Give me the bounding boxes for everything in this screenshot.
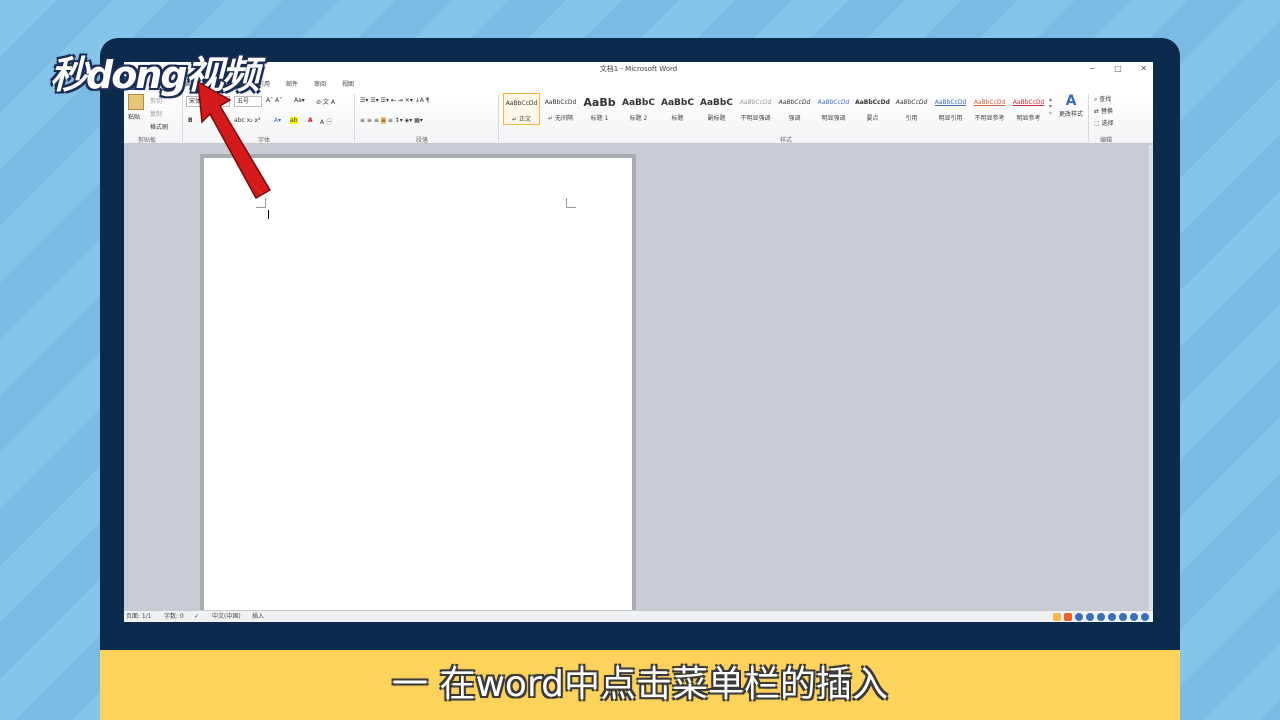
ime-toolbar[interactable]: [1053, 611, 1149, 622]
styles-scroll-icon[interactable]: ▴ ▾ ▿: [1049, 96, 1052, 117]
change-styles-button[interactable]: A 更改样式: [1056, 93, 1086, 127]
bullets-icon[interactable]: ☰▾ ☰▾ ☰▾ ⇤ ⇥ ✕▾ ↓A ¶: [360, 97, 430, 104]
select-button[interactable]: ⬚ 选择: [1094, 118, 1114, 127]
ime-user-icon[interactable]: [1130, 612, 1138, 621]
title-bar: 文档1 - Microsoft Word − □ ✕: [124, 62, 1153, 76]
style-quote[interactable]: AaBbCcDd 引用: [893, 93, 930, 125]
close-button[interactable]: ✕: [1140, 64, 1147, 73]
text-cursor: [268, 210, 269, 219]
copy-button[interactable]: 复制: [150, 109, 162, 118]
ime-tools-icon[interactable]: [1141, 612, 1149, 621]
style-title[interactable]: AaBbC 标题: [659, 93, 696, 125]
editing-group-label: 编辑: [1100, 137, 1113, 144]
tab-view[interactable]: 视图: [342, 79, 354, 88]
style-strong[interactable]: AaBbCcDd 要点: [854, 93, 891, 125]
subtitle-text: 一 在word中点击菜单栏的插入: [392, 664, 888, 705]
change-styles-icon: A: [1065, 93, 1077, 109]
tab-mailings[interactable]: 邮件: [286, 79, 298, 88]
proofing-icon[interactable]: ✓: [194, 611, 199, 622]
view-mode-icon[interactable]: [1053, 612, 1061, 621]
document-page[interactable]: [204, 158, 632, 618]
ime-chinese-icon[interactable]: [1075, 612, 1083, 621]
styles-group-label: 样式: [780, 137, 793, 144]
sogou-ime-icon[interactable]: [1064, 612, 1072, 621]
ime-emoji-icon[interactable]: [1097, 612, 1105, 621]
style-subtle-emphasis[interactable]: AaBbCcDd 不明显强调: [737, 93, 774, 125]
word-count: 字数: 0: [164, 613, 184, 620]
style-subtle-reference[interactable]: AaBbCcDd 不明显参考: [971, 93, 1008, 125]
separator: [1088, 94, 1089, 142]
tab-review[interactable]: 审阅: [314, 79, 326, 88]
separator: [354, 94, 355, 142]
style-heading-1[interactable]: AaBb 标题 1: [581, 93, 618, 125]
paste-label[interactable]: 粘贴: [128, 112, 140, 121]
clipboard-group-label: 剪贴板: [138, 137, 157, 144]
font-color-icon[interactable]: A: [308, 117, 313, 124]
style-intense-reference[interactable]: AaBbCcDd 明显参考: [1010, 93, 1047, 125]
style-normal[interactable]: AaBbCcDd ↵ 正文: [503, 93, 540, 125]
document-area: [124, 145, 1153, 618]
language[interactable]: 中文(中国): [212, 611, 241, 622]
status-bar: 页面: 1/1 字数: 0 ✓ 中文(中国) 插入: [124, 610, 1153, 622]
find-button[interactable]: ⌕ 查找: [1094, 94, 1111, 104]
minimize-button[interactable]: −: [1089, 64, 1096, 73]
style-emphasis[interactable]: AaBbCcDd 强调: [776, 93, 813, 125]
window-title: 文档1 - Microsoft Word: [599, 65, 678, 73]
style-no-spacing[interactable]: AaBbCcDd ↵ 无间隔: [542, 93, 579, 125]
style-intense-emphasis[interactable]: AaBbCcDd 明显强调: [815, 93, 852, 125]
style-heading-2[interactable]: AaBbC 标题 2: [620, 93, 657, 125]
highlight-icon[interactable]: ab: [290, 117, 298, 124]
margin-corner-right: [566, 198, 576, 208]
ime-punct-icon[interactable]: [1086, 612, 1094, 621]
change-case-icon[interactable]: Aa▾: [294, 97, 305, 104]
style-intense-quote[interactable]: AaBbCcDd 明显引用: [932, 93, 969, 125]
maximize-button[interactable]: □: [1114, 64, 1122, 73]
vertical-scrollbar[interactable]: [1149, 145, 1153, 610]
style-subtitle[interactable]: AaBbC 副标题: [698, 93, 735, 125]
subtitle-bar: 一 在word中点击菜单栏的插入: [100, 650, 1180, 720]
paragraph-group-label: 段落: [416, 137, 429, 144]
separator: [498, 94, 499, 142]
page-count: 页面: 1/1: [126, 613, 152, 620]
separator: [182, 94, 183, 142]
pointer-arrow-icon: [197, 80, 274, 208]
ime-mic-icon[interactable]: [1108, 612, 1116, 621]
format-painter-button[interactable]: 格式刷: [150, 122, 168, 131]
char-shading-icon[interactable]: A ㊀: [320, 117, 332, 126]
insert-mode[interactable]: 插入: [252, 611, 264, 622]
replace-button[interactable]: ⇄ 替换: [1094, 106, 1113, 115]
clear-format-icon[interactable]: ⊘ 文 A: [316, 97, 335, 106]
ime-keyboard-icon[interactable]: [1119, 612, 1127, 621]
align-icons[interactable]: ≡ ≡ ≡ ≡ ≡ ↕▾ ◈▾ ▦▾: [360, 117, 423, 124]
